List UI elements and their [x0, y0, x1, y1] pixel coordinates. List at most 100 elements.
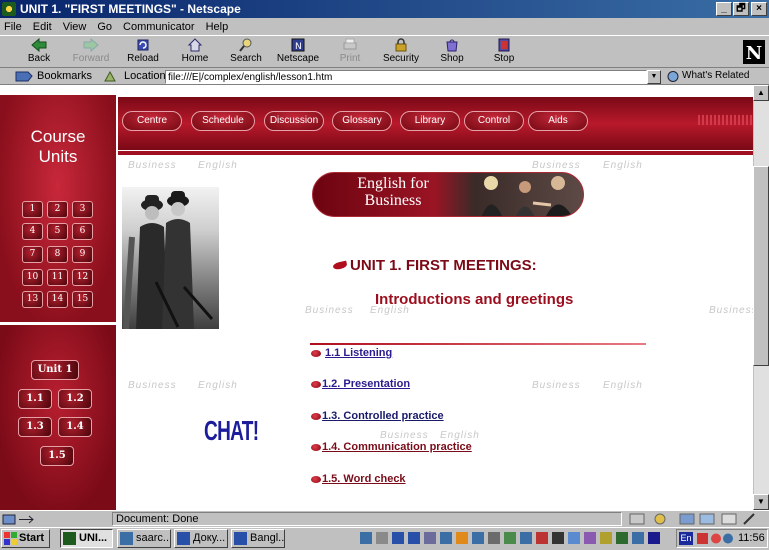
unit-subtitle: Introductions and greetings [375, 291, 574, 308]
menu-help[interactable]: Help [206, 21, 229, 33]
menu-view[interactable]: View [63, 21, 87, 33]
tray-icons[interactable] [696, 532, 734, 545]
shop-icon [446, 39, 458, 52]
menu-communicator[interactable]: Communicator [123, 21, 195, 33]
nav-library[interactable]: Library [400, 111, 460, 131]
watermark-business: Business [128, 380, 177, 391]
scroll-up-button[interactable]: ▲ [753, 85, 769, 101]
forward-button[interactable]: Forward [66, 38, 116, 68]
nav-control[interactable]: Control [464, 111, 524, 131]
watermark-english: English [198, 160, 238, 171]
nav-schedule[interactable]: Schedule [191, 111, 255, 131]
back-button[interactable]: Back [14, 38, 64, 68]
close-button[interactable]: × [751, 2, 767, 16]
menu-edit[interactable]: Edit [33, 21, 52, 33]
watermark-business: Business [532, 160, 581, 171]
language-indicator[interactable]: En [679, 532, 693, 545]
menu-file[interactable]: File [4, 21, 22, 33]
unit-button-13[interactable]: 13 [22, 291, 43, 308]
section-button-1-3[interactable]: 1.3 [18, 417, 52, 437]
print-icon [343, 38, 357, 50]
netscape-task-icon [63, 532, 76, 545]
navigation-toolbar: Back Forward Reload Home Search N Netsca… [0, 35, 769, 68]
nav-divider [118, 151, 753, 155]
reload-button[interactable]: Reload [118, 38, 168, 68]
reload-label: Reload [127, 53, 159, 64]
bullet-icon [311, 444, 321, 451]
window-title: UNIT 1. "FIRST MEETINGS" - Netscape [20, 2, 241, 16]
unit-button-12[interactable]: 12 [72, 269, 93, 286]
watermark-business: Business [380, 430, 429, 441]
security-button[interactable]: Security [376, 38, 426, 68]
section-button-1-2[interactable]: 1.2 [58, 389, 92, 409]
nav-glossary[interactable]: Glossary [332, 111, 392, 131]
security-label: Security [382, 53, 420, 64]
print-button[interactable]: Print [325, 38, 375, 68]
section-button-1-1[interactable]: 1.1 [18, 389, 52, 409]
status-component-icons[interactable] [628, 512, 764, 526]
unit-button-9[interactable]: 9 [72, 246, 93, 263]
scrollbar-thumb[interactable] [753, 166, 769, 366]
component-bar-icon[interactable] [2, 513, 36, 526]
unit-button-2[interactable]: 2 [47, 201, 68, 218]
nav-centre[interactable]: Centre [122, 111, 182, 131]
task-bangla[interactable]: Bangl... [231, 529, 285, 548]
quick-launch-icons[interactable] [358, 530, 670, 547]
stop-button[interactable]: Stop [479, 38, 529, 68]
search-button[interactable]: Search [221, 38, 271, 68]
unit-button-4[interactable]: 4 [22, 223, 43, 240]
unit-button-14[interactable]: 14 [47, 291, 68, 308]
netscape-throbber-logo[interactable]: N [741, 38, 767, 66]
whats-related-button[interactable]: What's Related [682, 70, 750, 81]
location-url-input[interactable] [165, 70, 647, 84]
top-navigation-bar: Centre Schedule Discussion Glossary Libr… [118, 97, 753, 150]
print-label: Print [339, 53, 361, 64]
watermark-english: English [603, 160, 643, 171]
bookmarks-button[interactable]: Bookmarks [37, 70, 92, 82]
maximize-button[interactable]: 🗗 [733, 2, 749, 16]
lesson-link-controlled-practice[interactable]: 1.3. Controlled practice [322, 410, 444, 422]
stop-label: Stop [493, 53, 515, 64]
lesson-link-word-check[interactable]: 1.5. Word check [322, 473, 406, 485]
banner-line2: Business [364, 192, 422, 209]
menu-bar: File Edit View Go Communicator Help [0, 18, 769, 35]
page-proxy-icon[interactable] [103, 70, 117, 83]
section-button-1-4[interactable]: 1.4 [58, 417, 92, 437]
task-saarc[interactable]: saarc... [117, 529, 171, 548]
unit-title: UNIT 1. FIRST MEETINGS: [350, 257, 537, 274]
scroll-down-button[interactable]: ▼ [753, 494, 769, 510]
unit-1-button[interactable]: Unit 1 [31, 360, 79, 380]
task-document[interactable]: Доку... [174, 529, 228, 548]
shop-button[interactable]: Shop [427, 38, 477, 68]
unit-button-1[interactable]: 1 [22, 201, 43, 218]
home-button[interactable]: Home [170, 38, 220, 68]
menu-go[interactable]: Go [97, 21, 112, 33]
location-label: Location: [124, 70, 169, 82]
lesson-link-listening[interactable]: 1.1 Listening [325, 347, 392, 359]
word-task-icon [177, 532, 190, 545]
unit-button-5[interactable]: 5 [47, 223, 68, 240]
page-content[interactable]: Course Units 1 2 3 4 5 6 7 8 9 10 11 12 … [0, 85, 753, 510]
nav-aids[interactable]: Aids [528, 111, 588, 131]
start-button[interactable]: Start [1, 529, 50, 548]
location-dropdown-button[interactable]: ▼ [647, 70, 661, 84]
unit-button-3[interactable]: 3 [72, 201, 93, 218]
unit-button-7[interactable]: 7 [22, 246, 43, 263]
watermark-english: English [603, 380, 643, 391]
english-for-business-banner: English for Business [312, 172, 584, 217]
red-divider [310, 343, 646, 345]
unit-button-10[interactable]: 10 [22, 269, 43, 286]
watermark-business: Business [532, 380, 581, 391]
minimize-button[interactable]: _ [716, 2, 732, 16]
unit-button-15[interactable]: 15 [72, 291, 93, 308]
nav-discussion[interactable]: Discussion [264, 111, 324, 131]
chat-link[interactable]: CHAT! [204, 415, 259, 447]
lesson-link-presentation[interactable]: 1.2. Presentation [322, 378, 410, 390]
unit-button-8[interactable]: 8 [47, 246, 68, 263]
unit-button-11[interactable]: 11 [47, 269, 68, 286]
task-netscape-unit[interactable]: UNI... [60, 529, 113, 548]
netscape-button[interactable]: N Netscape [273, 38, 323, 68]
lesson-link-communication-practice[interactable]: 1.4. Communication practice [322, 441, 472, 453]
unit-button-6[interactable]: 6 [72, 223, 93, 240]
section-button-1-5[interactable]: 1.5 [40, 446, 74, 466]
